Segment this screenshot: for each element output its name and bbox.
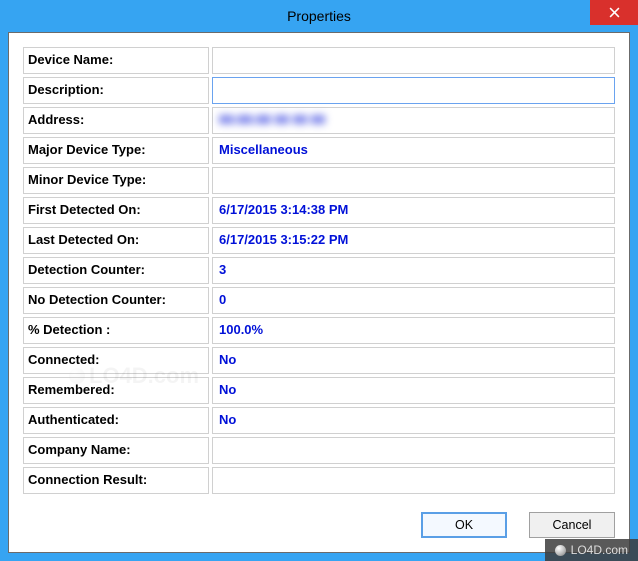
- properties-grid: Device Name: Description: Address:00:00:00…: [23, 47, 615, 494]
- property-row: Address:00:00:00 00 00 00: [23, 107, 615, 134]
- cancel-button[interactable]: Cancel: [529, 512, 615, 538]
- site-watermark: LO4D.com: [545, 539, 638, 561]
- property-label: Company Name:: [23, 437, 209, 464]
- property-row: Connection Result:: [23, 467, 615, 494]
- button-row: OK Cancel: [421, 512, 615, 538]
- property-value: 00:00:00 00 00 00: [212, 107, 615, 134]
- property-row: Connected:No: [23, 347, 615, 374]
- titlebar: Properties: [0, 0, 638, 32]
- property-value: 6/17/2015 3:15:22 PM: [212, 227, 615, 254]
- property-label: Detection Counter:: [23, 257, 209, 284]
- property-value: 6/17/2015 3:14:38 PM: [212, 197, 615, 224]
- property-label: First Detected On:: [23, 197, 209, 224]
- client-area: LO4D.com LO4D.com Device Name:Descriptio…: [8, 32, 630, 553]
- property-label: Connected:: [23, 347, 209, 374]
- property-value: [212, 437, 615, 464]
- property-row: Company Name:: [23, 437, 615, 464]
- property-row: Authenticated:No: [23, 407, 615, 434]
- property-value: No: [212, 347, 615, 374]
- property-label: Last Detected On:: [23, 227, 209, 254]
- property-row: % Detection :100.0%: [23, 317, 615, 344]
- property-value: [212, 47, 615, 74]
- property-label: % Detection :: [23, 317, 209, 344]
- property-label: Description:: [23, 77, 209, 104]
- property-row: Description:: [23, 77, 615, 104]
- property-value: 100.0%: [212, 317, 615, 344]
- window-title: Properties: [287, 8, 351, 24]
- property-label: Address:: [23, 107, 209, 134]
- property-value: [212, 467, 615, 494]
- property-value: No: [212, 377, 615, 404]
- property-label: Major Device Type:: [23, 137, 209, 164]
- property-label: Minor Device Type:: [23, 167, 209, 194]
- close-icon: [609, 7, 620, 18]
- property-value-input[interactable]: [212, 77, 615, 104]
- property-value: No: [212, 407, 615, 434]
- property-value: [212, 167, 615, 194]
- property-row: Device Name:: [23, 47, 615, 74]
- ok-button[interactable]: OK: [421, 512, 507, 538]
- property-value: 3: [212, 257, 615, 284]
- property-row: Detection Counter:3: [23, 257, 615, 284]
- property-label: Connection Result:: [23, 467, 209, 494]
- property-row: Major Device Type:Miscellaneous: [23, 137, 615, 164]
- property-row: No Detection Counter:0: [23, 287, 615, 314]
- property-label: Remembered:: [23, 377, 209, 404]
- globe-icon: [555, 545, 566, 556]
- close-button[interactable]: [590, 0, 638, 25]
- property-label: Authenticated:: [23, 407, 209, 434]
- property-row: Remembered:No: [23, 377, 615, 404]
- property-row: Last Detected On:6/17/2015 3:15:22 PM: [23, 227, 615, 254]
- property-label: Device Name:: [23, 47, 209, 74]
- property-row: Minor Device Type:: [23, 167, 615, 194]
- property-value: 0: [212, 287, 615, 314]
- properties-window: Properties LO4D.com LO4D.com Device Name…: [0, 0, 638, 561]
- property-value: Miscellaneous: [212, 137, 615, 164]
- property-row: First Detected On:6/17/2015 3:14:38 PM: [23, 197, 615, 224]
- property-label: No Detection Counter:: [23, 287, 209, 314]
